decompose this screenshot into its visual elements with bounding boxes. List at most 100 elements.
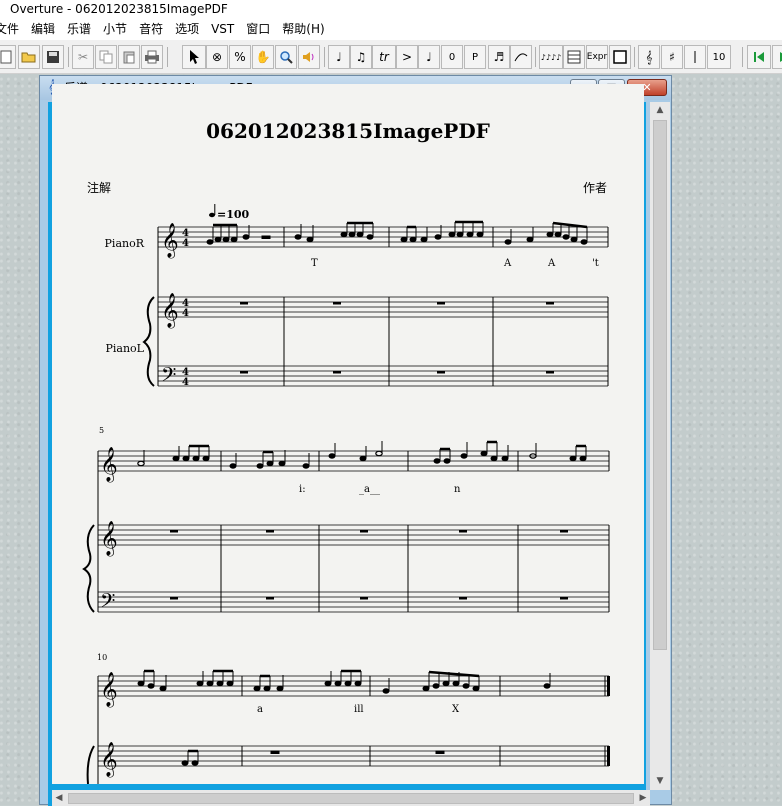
tempo-value: =100 bbox=[217, 208, 250, 221]
scroll-right-icon[interactable]: ▶ bbox=[636, 790, 650, 806]
svg-text:4: 4 bbox=[182, 308, 189, 319]
rewind-icon[interactable] bbox=[747, 45, 771, 69]
measure-number: 10 bbox=[97, 653, 107, 662]
score-title: 062012023815ImagePDF bbox=[206, 119, 490, 143]
scroll-left-icon[interactable]: ◀ bbox=[52, 790, 66, 806]
menu-score[interactable]: 乐谱 bbox=[60, 18, 96, 40]
staff-piano-l-bass bbox=[158, 365, 608, 387]
melody-notes bbox=[137, 440, 587, 469]
expr-button[interactable]: Expr bbox=[586, 45, 608, 69]
beam-note-icon[interactable]: ♬ bbox=[488, 45, 510, 69]
clef-icon[interactable]: 𝄞 bbox=[638, 45, 660, 69]
cut-icon[interactable]: ✂ bbox=[72, 45, 94, 69]
box-icon[interactable] bbox=[609, 45, 631, 69]
lyric: _a__ bbox=[359, 484, 380, 495]
lyrics-line: T A A 't bbox=[311, 258, 599, 269]
menu-window[interactable]: 窗口 bbox=[239, 18, 275, 40]
toolbar: ✂ ⊗ % ✋ ♩ ♫ tr > ♩ 0 P ♬ ♪♪♪♪ Expr 𝄞 ♯ 1… bbox=[0, 40, 782, 74]
accent-button[interactable]: > bbox=[396, 45, 418, 69]
treble-clef: 𝄞 bbox=[100, 672, 118, 708]
staff-name-piano-l: PianoL bbox=[106, 342, 145, 355]
lyric: A bbox=[547, 258, 556, 269]
menu-bar: 文件 编辑 乐谱 小节 音符 选项 VST 窗口 帮助(H) bbox=[0, 18, 782, 40]
scroll-down-icon[interactable]: ▼ bbox=[650, 773, 670, 790]
score-page[interactable]: 062012023815ImagePDF 注解 作者 =100 PianoR P… bbox=[52, 84, 644, 784]
staff-piano-l-bass bbox=[98, 591, 609, 613]
lyric: X bbox=[452, 704, 460, 715]
new-file-icon[interactable] bbox=[0, 45, 16, 69]
vertical-scroll-thumb[interactable] bbox=[653, 120, 667, 650]
menu-options[interactable]: 选项 bbox=[168, 18, 204, 40]
key-signature-icon[interactable]: ♯ bbox=[661, 45, 683, 69]
note-duration-icon[interactable]: ♩ bbox=[418, 45, 440, 69]
lyric: n bbox=[454, 484, 461, 495]
staff-piano-l-treble bbox=[158, 296, 608, 318]
layout-icon[interactable] bbox=[563, 45, 585, 69]
percent-tool-icon[interactable]: % bbox=[229, 45, 251, 69]
slur-icon[interactable] bbox=[510, 45, 532, 69]
score-annotation: 注解 bbox=[87, 180, 111, 195]
treble-clef: 𝄞 bbox=[100, 447, 118, 483]
score-window: 𝄞 乐谱：062012023815ImagePDF – □ ✕ 06201202… bbox=[39, 75, 672, 806]
menu-edit[interactable]: 编辑 bbox=[24, 18, 60, 40]
hand-tool-icon[interactable]: ✋ bbox=[252, 45, 274, 69]
print-icon[interactable] bbox=[141, 45, 163, 69]
lyric: a bbox=[257, 704, 263, 715]
measure-number: 5 bbox=[99, 426, 104, 435]
menu-file[interactable]: 文件 bbox=[0, 18, 24, 40]
play-icon[interactable] bbox=[772, 45, 782, 69]
treble-clef: 𝄞 bbox=[100, 521, 118, 557]
app-icon bbox=[0, 3, 8, 15]
system-3: 10 𝄞 𝄞 a ill X bbox=[86, 653, 610, 784]
lyrics-line: i: _a__ n bbox=[299, 484, 461, 495]
zero-button[interactable]: 0 bbox=[441, 45, 463, 69]
app-title-bar: Overture - 062012023815ImagePDF bbox=[0, 0, 782, 18]
select-pointer-icon[interactable] bbox=[182, 45, 206, 69]
ten-button[interactable]: 10 bbox=[707, 45, 731, 69]
lyric: 't bbox=[592, 258, 599, 269]
lyrics-line: a ill X bbox=[257, 704, 460, 715]
zoom-icon[interactable] bbox=[275, 45, 297, 69]
horizontal-scroll-thumb[interactable] bbox=[68, 793, 634, 804]
lyric: ill bbox=[354, 704, 364, 715]
horizontal-scrollbar[interactable]: ◀ ▶ bbox=[52, 790, 650, 806]
tempo-marking: =100 bbox=[209, 204, 250, 221]
time-signature: 44 44 44 bbox=[182, 228, 189, 388]
paste-icon[interactable] bbox=[118, 45, 140, 69]
staff-name-piano-r: PianoR bbox=[105, 237, 145, 250]
p-button[interactable]: P bbox=[464, 45, 486, 69]
scroll-up-icon[interactable]: ▲ bbox=[650, 102, 670, 119]
save-icon[interactable] bbox=[42, 45, 64, 69]
menu-vst[interactable]: VST bbox=[204, 18, 239, 40]
lyric: A bbox=[503, 258, 512, 269]
tuplet-icon[interactable]: ♫ bbox=[350, 45, 372, 69]
trill-button[interactable]: tr bbox=[372, 45, 396, 69]
vertical-scrollbar[interactable]: ▲ ▼ bbox=[650, 102, 670, 790]
quarter-note-icon[interactable]: ♩ bbox=[328, 45, 350, 69]
brace bbox=[142, 296, 155, 387]
staff-piano-l-treble bbox=[98, 745, 609, 767]
barline-icon[interactable] bbox=[684, 45, 706, 69]
menu-help[interactable]: 帮助(H) bbox=[275, 18, 329, 40]
app-title: Overture - 062012023815ImagePDF bbox=[10, 2, 228, 16]
menu-note[interactable]: 音符 bbox=[132, 18, 168, 40]
bass-clef: 𝄢 bbox=[161, 363, 176, 391]
melody-notes bbox=[206, 220, 588, 245]
treble-clef: 𝄞 bbox=[100, 742, 118, 778]
treble-clef: 𝄞 bbox=[161, 223, 179, 259]
staff-piano-l-treble bbox=[98, 524, 609, 546]
staff-piano-r bbox=[98, 675, 609, 697]
bass-clef: 𝄢 bbox=[100, 589, 115, 617]
lyric: i: bbox=[299, 484, 306, 495]
rest-tool-icon[interactable]: ⊗ bbox=[206, 45, 228, 69]
svg-text:4: 4 bbox=[182, 377, 189, 388]
system-1: =100 PianoR PianoL 𝄞 𝄞 𝄢 44 44 44 T A A … bbox=[105, 204, 609, 391]
open-folder-icon[interactable] bbox=[18, 45, 40, 69]
treble-clef: 𝄞 bbox=[161, 293, 179, 329]
speaker-icon[interactable] bbox=[298, 45, 320, 69]
menu-measure[interactable]: 小节 bbox=[96, 18, 132, 40]
copy-icon[interactable] bbox=[95, 45, 117, 69]
grace-notes-icon[interactable]: ♪♪♪♪ bbox=[539, 45, 563, 69]
system-2: 5 𝄞 𝄞 𝄢 i: _a__ n bbox=[82, 426, 610, 617]
lyric: T bbox=[311, 258, 318, 269]
